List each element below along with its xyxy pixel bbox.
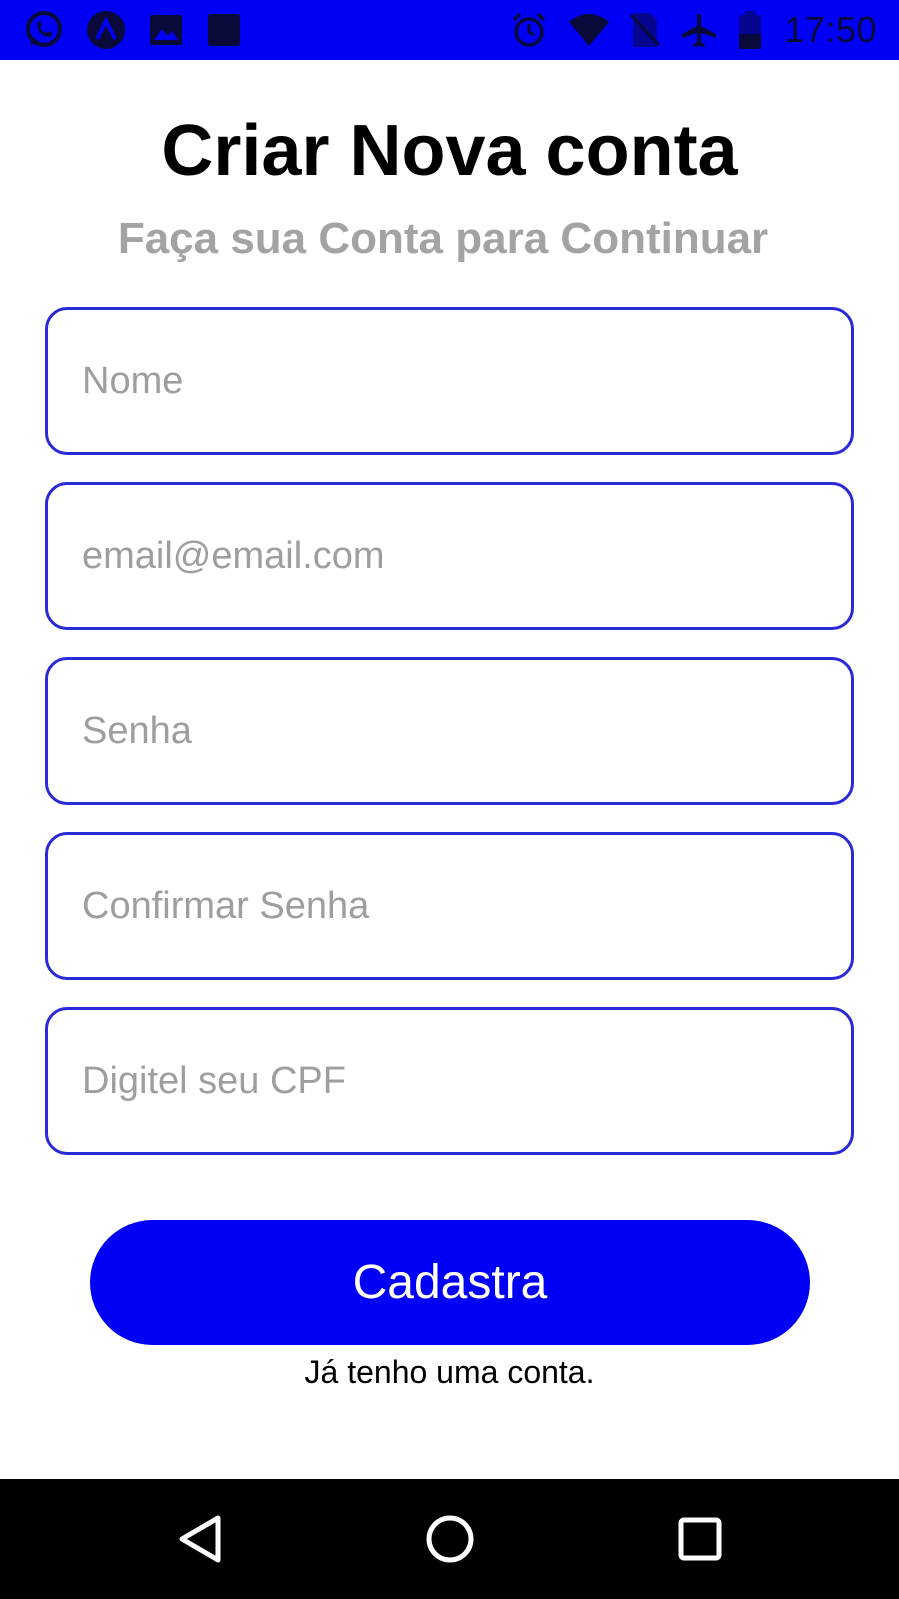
nav-home-button[interactable] — [390, 1479, 510, 1599]
password-field[interactable] — [45, 657, 854, 805]
image-icon — [150, 15, 182, 45]
square-app-icon — [208, 14, 240, 46]
page-title: Criar Nova conta — [161, 111, 738, 191]
email-input[interactable] — [82, 485, 822, 627]
status-bar: 17:50 — [0, 0, 899, 60]
login-link[interactable]: Já tenho uma conta. — [0, 1352, 899, 1392]
nav-recents-button[interactable] — [640, 1479, 760, 1599]
name-input[interactable] — [82, 310, 822, 452]
back-icon — [179, 1515, 221, 1563]
navigation-bar — [0, 1479, 899, 1599]
nav-back-button[interactable] — [140, 1479, 260, 1599]
airplane-icon — [682, 14, 717, 47]
recents-icon — [678, 1517, 722, 1561]
whatsapp-icon — [26, 11, 62, 47]
status-time: 17:50 — [784, 9, 877, 50]
status-bar-right: 17:50 — [490, 9, 877, 51]
page-subtitle: Faça sua Conta para Continuar — [117, 214, 769, 263]
confirm-password-input[interactable] — [82, 835, 822, 977]
password-input[interactable] — [82, 660, 822, 802]
signup-screen: 17:50 Criar Nova conta Faça sua Conta pa… — [0, 0, 899, 1599]
cpf-input[interactable] — [82, 1010, 822, 1152]
name-field[interactable] — [45, 307, 854, 455]
alarm-icon — [513, 12, 546, 47]
register-button[interactable]: Cadastra — [90, 1220, 810, 1345]
no-sim-icon — [630, 13, 661, 47]
battery-icon — [739, 11, 762, 49]
confirm-password-field[interactable] — [45, 832, 854, 980]
home-icon — [426, 1515, 474, 1563]
email-field[interactable] — [45, 482, 854, 630]
app-a-icon — [87, 11, 125, 49]
cpf-field[interactable] — [45, 1007, 854, 1155]
wifi-icon — [569, 14, 610, 46]
status-bar-left — [24, 10, 264, 50]
